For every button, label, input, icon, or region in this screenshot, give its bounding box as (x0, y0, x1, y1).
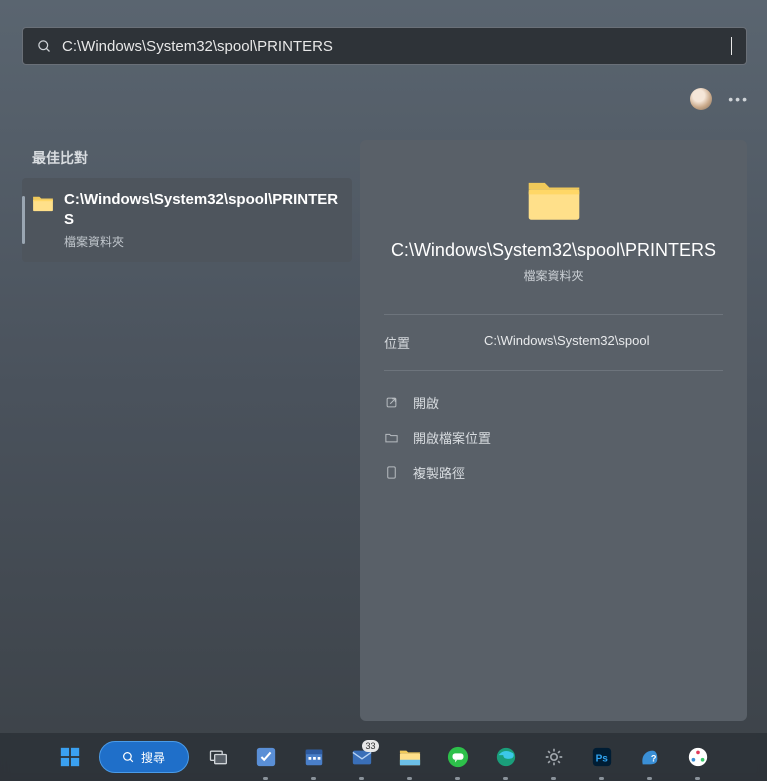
windows-icon (59, 746, 81, 768)
search-bar[interactable]: C:\Windows\System32\spool\PRINTERS (22, 27, 747, 65)
gear-icon (543, 746, 565, 768)
line-icon (447, 746, 469, 768)
open-file-location-label: 開啟檔案位置 (413, 428, 491, 447)
taskbar-app-mail[interactable]: 33 (343, 738, 381, 776)
taskbar-app-generic[interactable] (679, 738, 717, 776)
taskbar-search-label: 搜尋 (141, 749, 165, 766)
search-result-item[interactable]: C:\Windows\System32\spool\PRINTERS 檔案資料夾 (22, 178, 352, 262)
location-label: 位置 (384, 333, 484, 352)
folder-icon (525, 176, 583, 222)
edge-icon (495, 746, 517, 768)
taskbar-app-help[interactable]: ? (631, 738, 669, 776)
more-options-button[interactable]: ••• (728, 91, 749, 107)
result-subtitle: 檔案資料夾 (64, 233, 340, 250)
copy-icon (384, 465, 399, 480)
taskbar: 搜尋 33 Ps ? (0, 733, 767, 781)
search-input[interactable]: C:\Windows\System32\spool\PRINTERS (62, 38, 733, 55)
taskbar-app-calendar[interactable] (295, 738, 333, 776)
folder-icon (32, 194, 54, 212)
start-button[interactable] (51, 738, 89, 776)
open-label: 開啟 (413, 393, 439, 412)
folder-outline-icon (384, 430, 399, 445)
results-list: 最佳比對 C:\Windows\System32\spool\PRINTERS … (22, 140, 352, 262)
taskbar-app-photoshop[interactable]: Ps (583, 738, 621, 776)
text-caret (731, 37, 732, 55)
task-view-button[interactable] (199, 738, 237, 776)
svg-text:Ps: Ps (595, 754, 608, 765)
taskbar-app-todo[interactable] (247, 738, 285, 776)
best-match-header: 最佳比對 (22, 140, 352, 178)
help-icon: ? (639, 746, 661, 768)
open-action[interactable]: 開啟 (384, 385, 723, 420)
taskbar-app-settings[interactable] (535, 738, 573, 776)
detail-panel: C:\Windows\System32\spool\PRINTERS 檔案資料夾… (360, 140, 747, 721)
location-row: 位置 C:\Windows\System32\spool (384, 315, 723, 371)
checkmark-icon (255, 746, 277, 768)
search-icon (122, 751, 135, 764)
open-file-location-action[interactable]: 開啟檔案位置 (384, 420, 723, 455)
svg-text:?: ? (650, 754, 656, 764)
result-title: C:\Windows\System32\spool\PRINTERS (64, 190, 340, 229)
user-avatar[interactable] (690, 88, 712, 110)
detail-title: C:\Windows\System32\spool\PRINTERS (384, 240, 723, 261)
mail-badge: 33 (362, 740, 378, 752)
search-icon (37, 39, 52, 54)
copy-path-action[interactable]: 複製路徑 (384, 455, 723, 490)
photoshop-icon: Ps (591, 746, 613, 768)
selection-indicator (22, 196, 25, 244)
open-icon (384, 395, 399, 410)
taskbar-app-line[interactable] (439, 738, 477, 776)
taskbar-app-edge[interactable] (487, 738, 525, 776)
copy-path-label: 複製路徑 (413, 463, 465, 482)
circle-dots-icon (687, 746, 709, 768)
location-value: C:\Windows\System32\spool (484, 333, 723, 352)
calendar-icon (303, 746, 325, 768)
taskbar-app-file-explorer[interactable] (391, 738, 429, 776)
detail-subtitle: 檔案資料夾 (384, 267, 723, 284)
task-view-icon (208, 747, 228, 767)
folder-icon (399, 747, 421, 767)
taskbar-search-button[interactable]: 搜尋 (99, 741, 189, 773)
